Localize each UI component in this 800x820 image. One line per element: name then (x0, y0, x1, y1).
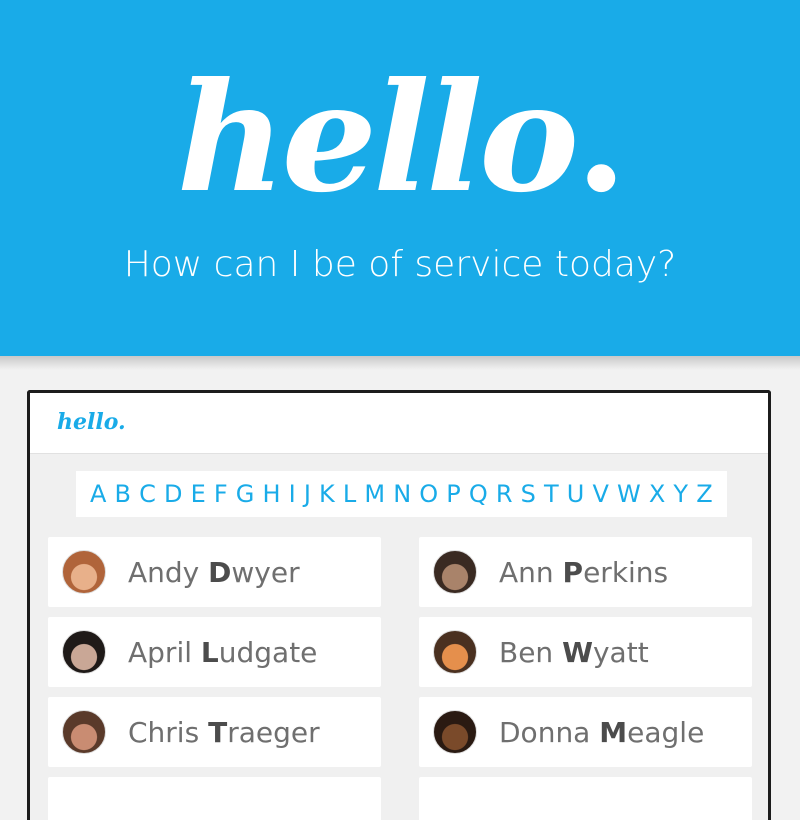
avatar (433, 710, 477, 754)
hero-logo-text: hello (176, 50, 580, 226)
contact-card-partial[interactable] (419, 777, 752, 820)
contact-first-name: Chris (128, 715, 209, 749)
contact-last-initial: L (200, 635, 219, 669)
contact-name: April Ludgate (128, 636, 317, 669)
contact-last-name-rest: wyer (231, 555, 300, 589)
hero-logo-dot: . (575, 50, 627, 226)
contact-name: Chris Traeger (128, 716, 320, 749)
avatar (433, 630, 477, 674)
contact-last-name-rest: yatt (592, 635, 649, 669)
app-window: hello. ABCDEFGHIJKLMNOPQRSTUVWXYZ Andy D… (27, 390, 771, 820)
contact-last-initial: P (562, 555, 584, 589)
contact-card[interactable]: Donna Meagle (419, 697, 752, 767)
contact-name: Ben Wyatt (499, 636, 649, 669)
contact-last-name-rest: erkins (583, 555, 669, 589)
hero-tagline: How can I be of service today? (123, 244, 677, 285)
avatar (62, 710, 106, 754)
contact-first-name: Ben (499, 635, 563, 669)
avatar (62, 630, 106, 674)
contact-first-name: Andy (128, 555, 209, 589)
contact-last-name-rest: eagle (627, 715, 705, 749)
contact-last-name-rest: raeger (227, 715, 320, 749)
hero-logo: hello. (0, 48, 800, 228)
contact-card[interactable]: April Ludgate (48, 617, 381, 687)
contact-card[interactable]: Andy Dwyer (48, 537, 381, 607)
contact-list: Andy Dwyer Ann Perkins April Ludgate Ben Wy… (30, 393, 768, 820)
hero-banner: hello. How can I be of service today? (0, 0, 800, 356)
contact-name: Donna Meagle (499, 716, 704, 749)
contact-last-initial: W (562, 635, 593, 669)
contact-first-name: Ann (499, 555, 563, 589)
contact-last-initial: T (208, 715, 228, 749)
contact-last-name-rest: udgate (218, 635, 318, 669)
avatar (62, 550, 106, 594)
contact-card-partial[interactable] (48, 777, 381, 820)
contact-first-name: Donna (499, 715, 600, 749)
contact-card[interactable]: Ann Perkins (419, 537, 752, 607)
avatar (433, 550, 477, 594)
contact-last-initial: M (599, 715, 628, 749)
contact-first-name: April (128, 635, 201, 669)
hero-shadow (0, 356, 800, 370)
contact-card[interactable]: Chris Traeger (48, 697, 381, 767)
contact-name: Andy Dwyer (128, 556, 300, 589)
contact-name: Ann Perkins (499, 556, 668, 589)
contact-card[interactable]: Ben Wyatt (419, 617, 752, 687)
contact-last-initial: D (208, 555, 232, 589)
